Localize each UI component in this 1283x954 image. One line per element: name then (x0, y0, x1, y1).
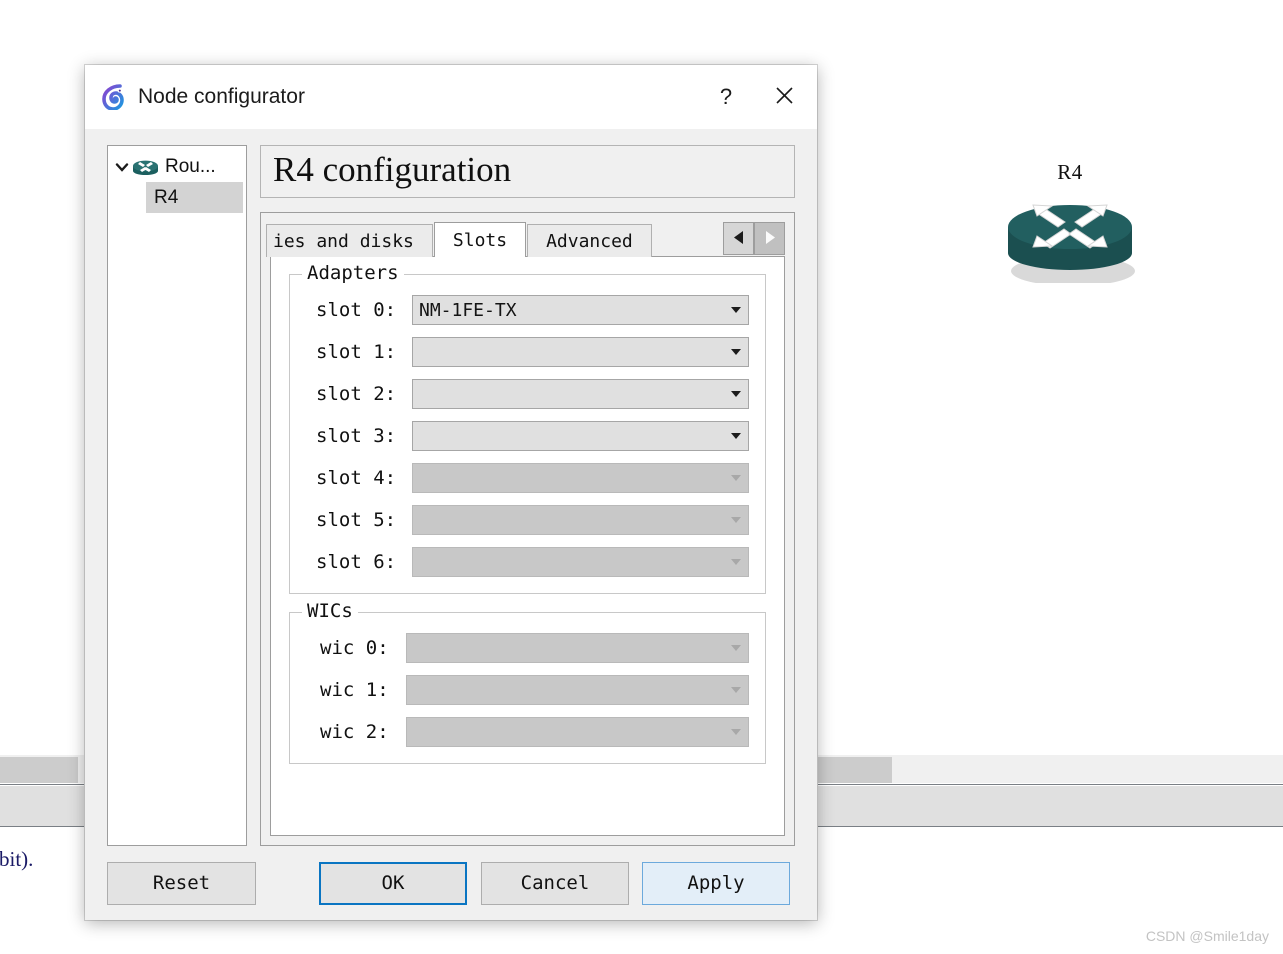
slot-3-dropdown[interactable] (412, 421, 749, 452)
tab-scroll-right-button[interactable] (754, 222, 785, 256)
dialog-body: Rou... R4 R4 configuration ies and disks… (85, 129, 817, 846)
tree-item-routers[interactable]: Rou... (108, 152, 246, 182)
adapter-row-slot-1: slot 1: (304, 335, 751, 369)
node-configurator-dialog: Node configurator ? Rou... R4 R4 configu… (85, 65, 817, 920)
chevron-down-icon (731, 349, 741, 356)
chevron-down-icon (731, 645, 741, 652)
slot-3-label: slot 3: (316, 425, 397, 448)
dialog-titlebar[interactable]: Node configurator ? (85, 65, 817, 129)
adapter-row-slot-3: slot 3: (304, 419, 751, 453)
tab-scroll-controls[interactable] (723, 222, 785, 256)
config-pane: R4 configuration ies and disks Slots Adv… (260, 145, 795, 846)
reset-button[interactable]: Reset (107, 861, 256, 905)
apply-button[interactable]: Apply (642, 861, 790, 905)
node-tree-panel[interactable]: Rou... R4 (107, 145, 247, 846)
adapter-row-slot-6: slot 6: (304, 545, 751, 579)
wic-0-dropdown (406, 633, 749, 664)
router-icon (132, 158, 159, 177)
slot-0-value: NM-1FE-TX (419, 299, 517, 321)
tree-item-routers-label: Rou... (165, 156, 216, 177)
chevron-down-icon[interactable] (114, 159, 130, 175)
adapters-group-title: Adapters (302, 262, 404, 285)
slot-0-dropdown[interactable]: NM-1FE-TX (412, 295, 749, 326)
chevron-down-icon (731, 433, 741, 440)
tree-item-r4[interactable]: R4 (146, 182, 243, 213)
triangle-left-icon (732, 230, 745, 248)
tab-label: Advanced (546, 230, 633, 252)
tab-scroll-left-button[interactable] (723, 222, 754, 256)
wic-2-label: wic 2: (320, 721, 389, 744)
adapter-row-slot-4: slot 4: (304, 461, 751, 495)
slot-0-label: slot 0: (316, 299, 397, 322)
slots-tab-page: Adapters slot 0: NM-1FE-TX slot 1: slot … (270, 256, 785, 836)
chevron-down-icon (731, 729, 741, 736)
adapter-row-slot-2: slot 2: (304, 377, 751, 411)
wic-row-1: wic 1: (304, 673, 751, 707)
chevron-down-icon (731, 517, 741, 524)
adapters-group: Adapters slot 0: NM-1FE-TX slot 1: slot … (289, 262, 766, 595)
chevron-down-icon (731, 307, 741, 314)
slot-1-label: slot 1: (316, 341, 397, 364)
wic-1-dropdown (406, 675, 749, 706)
slot-5-dropdown (412, 505, 749, 536)
tab-memories-and-disks[interactable]: ies and disks (266, 224, 433, 258)
adapter-row-slot-5: slot 5: (304, 503, 751, 537)
slot-6-dropdown (412, 547, 749, 578)
wics-group-title: WICs (302, 600, 358, 623)
chevron-down-icon (731, 475, 741, 482)
background-chip-left (0, 757, 78, 783)
dialog-title: Node configurator (138, 85, 305, 108)
background-chip-right (818, 757, 892, 783)
topology-node-label: R4 (1057, 160, 1083, 184)
chevron-down-icon (731, 391, 741, 398)
slot-6-label: slot 6: (316, 551, 397, 574)
wic-row-0: wic 0: (304, 631, 751, 665)
wic-0-label: wic 0: (320, 637, 389, 660)
tab-strip[interactable]: ies and disks Slots Advanced (266, 222, 785, 258)
tab-label: ies and disks (273, 230, 414, 252)
slot-4-dropdown (412, 463, 749, 494)
tab-advanced[interactable]: Advanced (527, 224, 652, 258)
slot-2-label: slot 2: (316, 383, 397, 406)
slot-2-dropdown[interactable] (412, 379, 749, 410)
watermark: CSDN @Smile1day (1145, 928, 1269, 944)
chevron-down-icon (731, 559, 741, 566)
close-icon (775, 86, 794, 108)
background-text-fragment: -bit). (0, 847, 34, 871)
chevron-down-icon (731, 687, 741, 694)
wics-group: WICs wic 0: wic 1: wic 2: (289, 600, 766, 765)
adapter-row-slot-0: slot 0: NM-1FE-TX (304, 293, 751, 327)
wic-1-label: wic 1: (320, 679, 389, 702)
tree-item-r4-label: R4 (154, 186, 179, 208)
question-mark-icon: ? (719, 84, 733, 109)
close-button[interactable] (755, 72, 813, 122)
slot-4-label: slot 4: (316, 467, 397, 490)
tab-slots[interactable]: Slots (433, 222, 527, 258)
wic-2-dropdown (406, 717, 749, 748)
wic-row-2: wic 2: (304, 715, 751, 749)
config-heading: R4 configuration (260, 145, 795, 199)
help-button[interactable]: ? (697, 72, 755, 122)
ok-button[interactable]: OK (319, 861, 467, 905)
triangle-right-icon (763, 230, 776, 248)
cisco-router-icon (1000, 191, 1140, 283)
slot-5-label: slot 5: (316, 509, 397, 532)
cancel-button[interactable]: Cancel (481, 861, 629, 905)
tab-container: ies and disks Slots Advanced Adapters sl… (260, 212, 795, 846)
dialog-footer: Reset OK Cancel Apply (85, 846, 817, 920)
slot-1-dropdown[interactable] (412, 337, 749, 368)
topology-node-r4[interactable]: R4 (1000, 160, 1140, 283)
gns3-chameleon-icon (100, 84, 126, 111)
tab-label: Slots (452, 229, 508, 251)
